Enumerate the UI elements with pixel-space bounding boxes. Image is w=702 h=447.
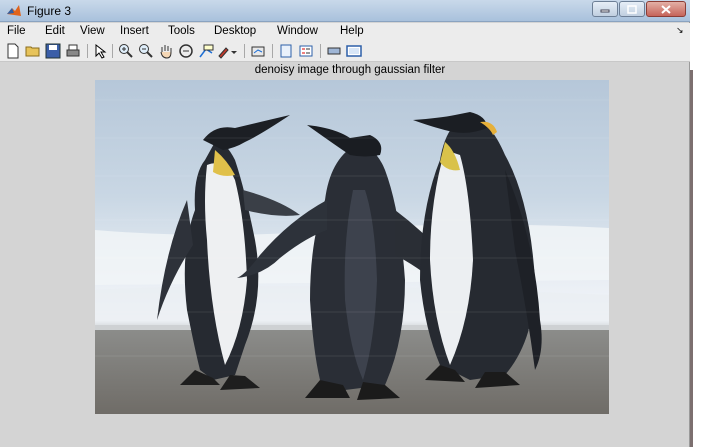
rotate-3d-icon[interactable] <box>178 43 194 59</box>
figure-window: Figure 3 File Edit View Insert Tools Des… <box>0 0 690 447</box>
toolbar-separator <box>112 44 113 58</box>
axes-title: denoisy image through gaussian filter <box>254 64 446 76</box>
edit-plot-arrow-icon[interactable] <box>92 43 108 59</box>
window-title: Figure 3 <box>27 4 72 18</box>
menu-tools[interactable]: Tools <box>168 25 195 37</box>
save-icon[interactable] <box>45 43 61 59</box>
image-axes[interactable] <box>95 80 609 414</box>
maximize-button[interactable] <box>619 1 645 17</box>
figure-toolbar <box>0 40 690 62</box>
brush-dropdown-icon[interactable] <box>230 43 238 59</box>
title-bar[interactable]: Figure 3 <box>0 0 690 22</box>
data-cursor-icon[interactable] <box>198 43 214 59</box>
toolbar-separator <box>272 44 273 58</box>
menu-insert[interactable]: Insert <box>120 25 149 37</box>
zoom-in-icon[interactable] <box>118 43 134 59</box>
menu-window[interactable]: Window <box>277 25 318 37</box>
insert-colorbar-icon[interactable] <box>278 43 294 59</box>
close-button[interactable] <box>646 1 686 17</box>
desktop-edge <box>690 0 702 447</box>
show-plot-tools-icon[interactable] <box>346 43 362 59</box>
menu-file[interactable]: File <box>7 25 26 37</box>
penguins-image <box>95 80 609 414</box>
hide-plot-tools-icon[interactable] <box>326 43 342 59</box>
new-figure-icon[interactable] <box>5 43 21 59</box>
desktop-edge-shadow <box>690 70 693 447</box>
menu-edit[interactable]: Edit <box>45 25 65 37</box>
minimize-button[interactable] <box>592 1 618 17</box>
minimize-icon <box>600 9 610 13</box>
menu-bar: File Edit View Insert Tools Desktop Wind… <box>0 23 690 40</box>
menu-view[interactable]: View <box>80 25 105 37</box>
menu-help[interactable]: Help <box>340 25 364 37</box>
toolbar-separator <box>244 44 245 58</box>
close-icon <box>661 4 671 14</box>
toolbar-separator <box>320 44 321 58</box>
insert-legend-icon[interactable] <box>298 43 314 59</box>
toolbar-separator <box>87 44 88 58</box>
menu-dock-arrow-icon[interactable]: ↘ <box>676 25 684 36</box>
print-icon[interactable] <box>65 43 81 59</box>
maximize-icon <box>627 4 637 14</box>
link-plot-icon[interactable] <box>250 43 266 59</box>
menu-desktop[interactable]: Desktop <box>214 25 256 37</box>
pan-hand-icon[interactable] <box>158 43 174 59</box>
open-file-icon[interactable] <box>25 43 41 59</box>
matlab-logo-icon <box>7 5 21 16</box>
zoom-out-icon[interactable] <box>138 43 154 59</box>
